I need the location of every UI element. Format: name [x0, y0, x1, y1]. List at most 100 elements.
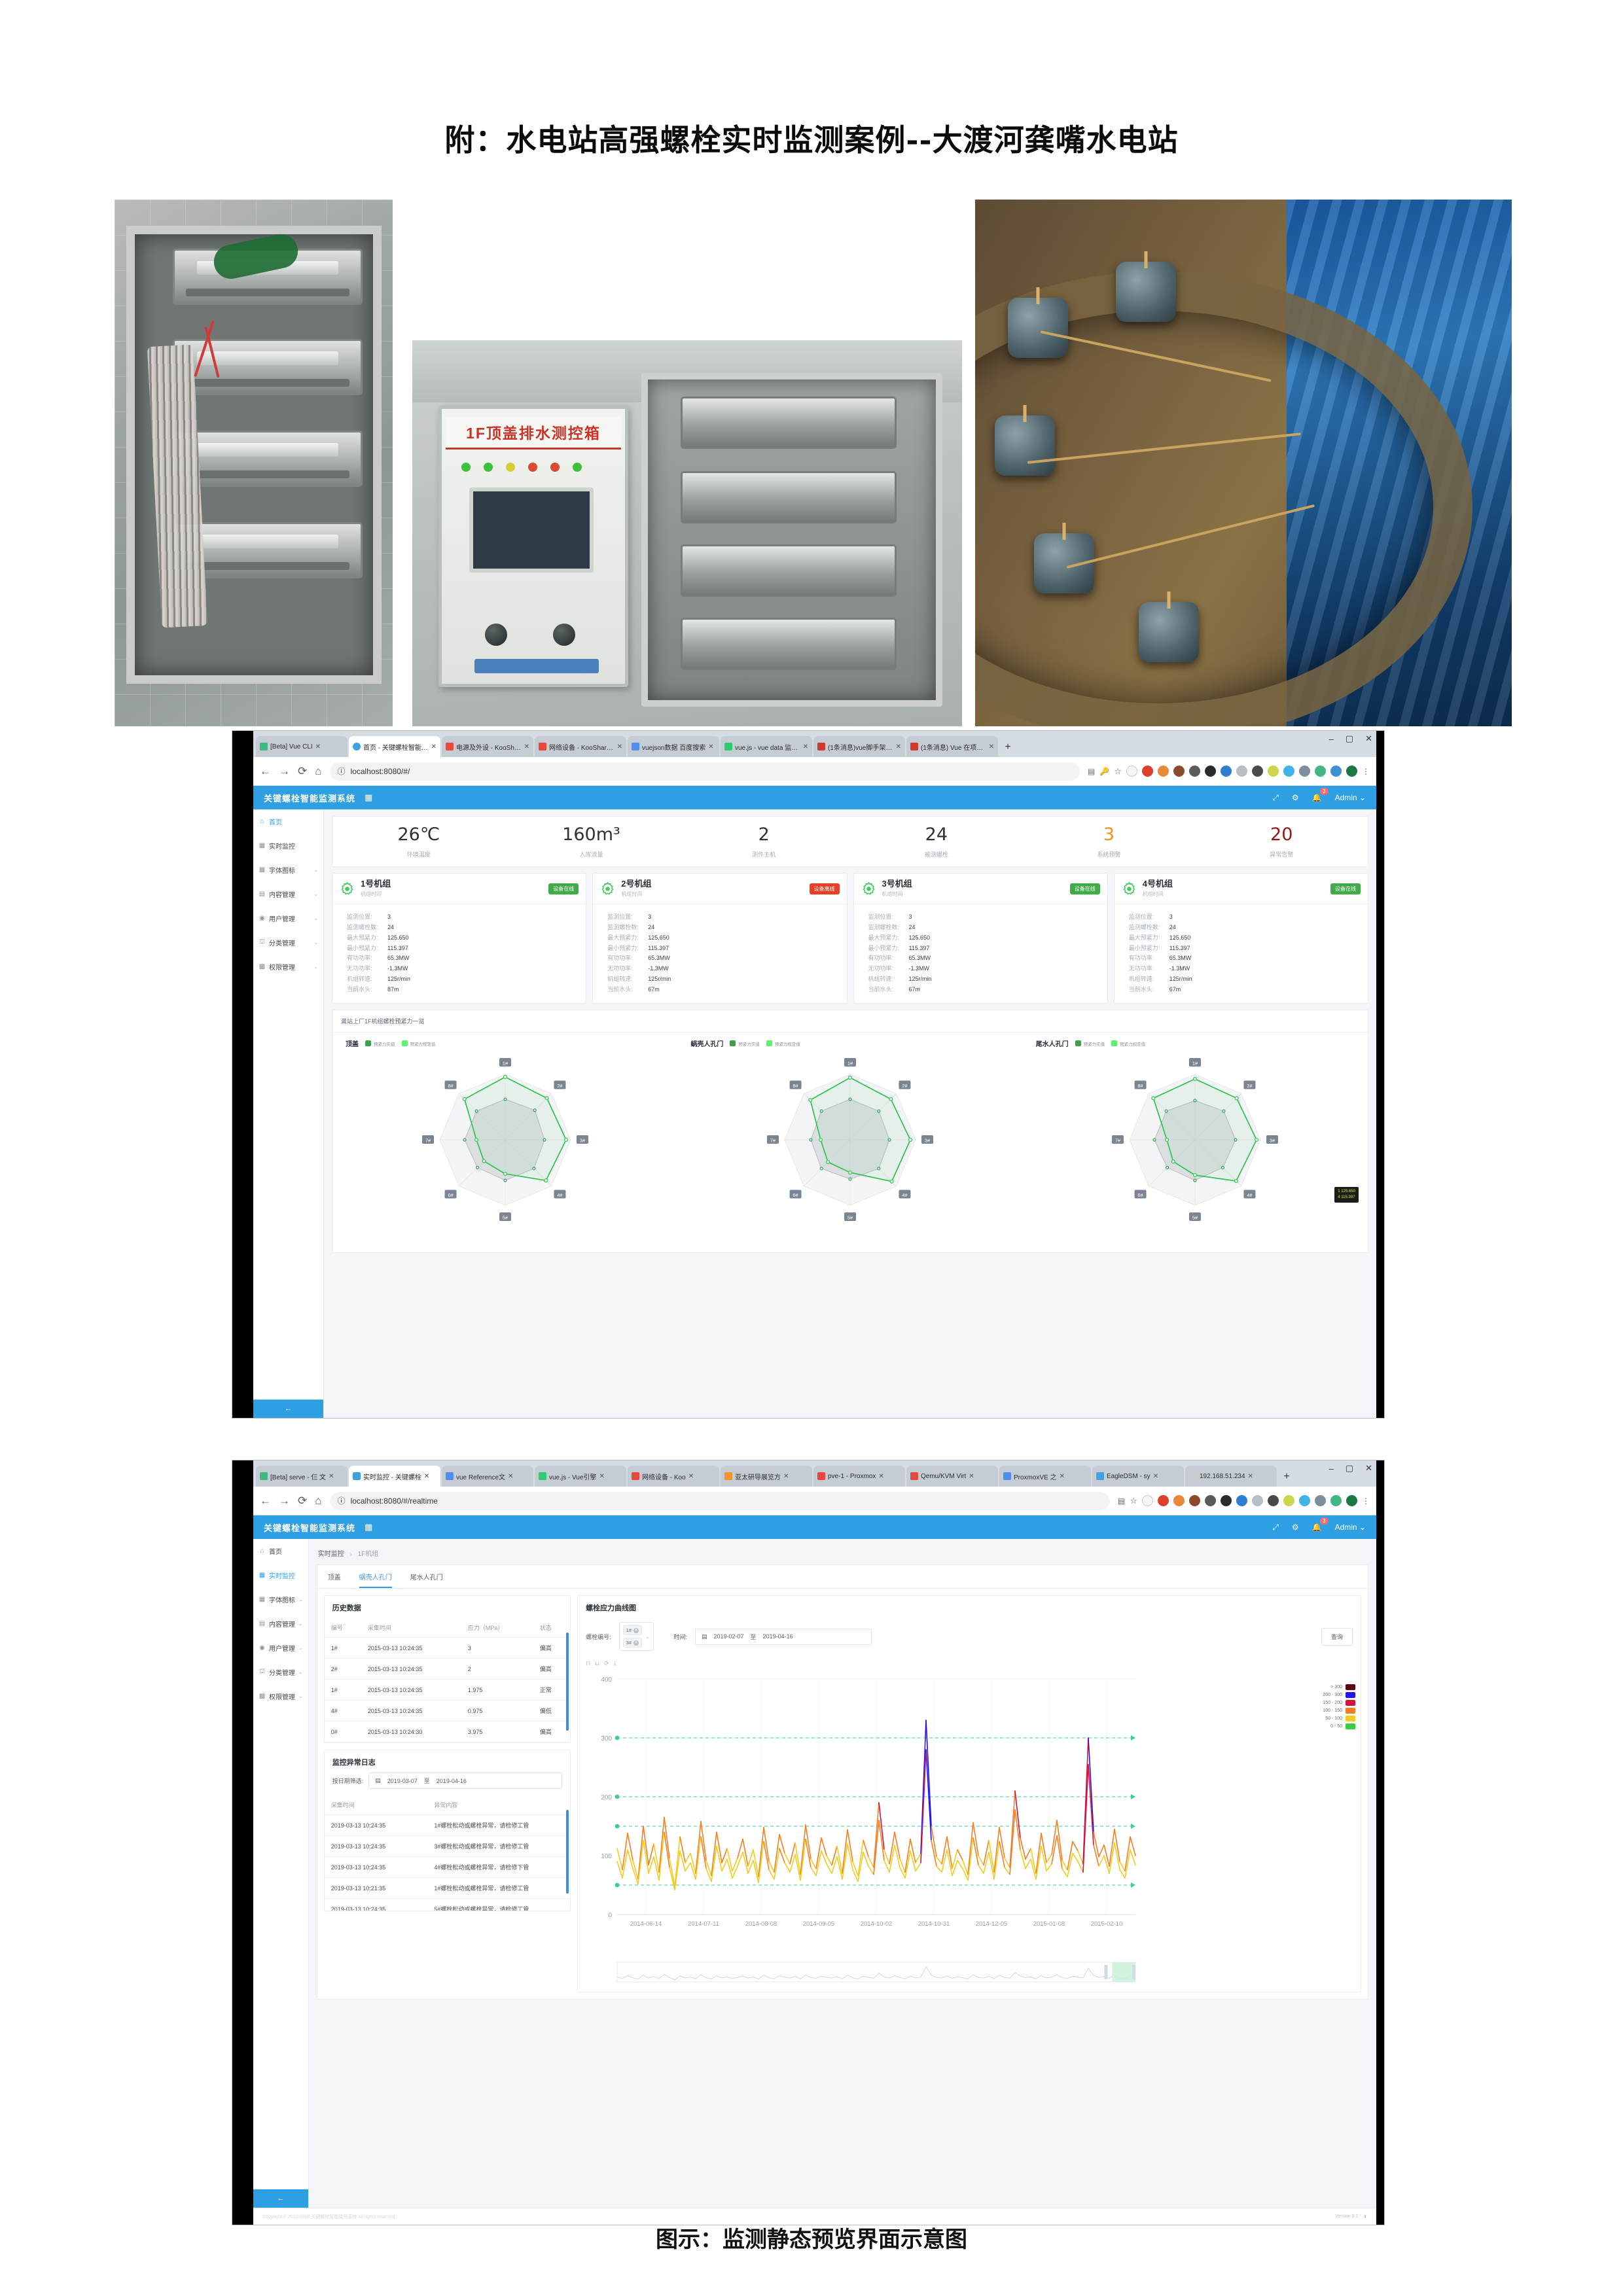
table-row[interactable]: 0# 2015-03-13 10:24:30 3.975 偏高	[324, 1721, 571, 1742]
reload-icon[interactable]: ⟳	[298, 1494, 307, 1508]
bar-icon[interactable]: ⊔	[595, 1660, 599, 1667]
chip-bolt[interactable]: 1# ✕	[622, 1625, 642, 1635]
extension-icon[interactable]	[1299, 766, 1310, 777]
log-scroll-area[interactable]: 采集时间 异常内容 2019-03-13 10:24:35 1#螺栓松动或螺栓异常…	[324, 1795, 571, 1911]
tab-close-icon[interactable]: ✕	[969, 1473, 974, 1480]
tab-dinggai[interactable]: 顶盖	[328, 1572, 341, 1588]
extension-icon[interactable]	[1330, 1495, 1342, 1506]
chevron-down-icon[interactable]: ⌄	[645, 1633, 651, 1640]
extension-icon[interactable]	[1126, 766, 1137, 777]
profile-avatar[interactable]	[1346, 1495, 1357, 1506]
address-bar[interactable]: ⓘ localhost:8080/#/	[329, 762, 1080, 781]
extension-icon[interactable]	[1205, 1495, 1216, 1506]
curve-date-range-picker[interactable]: ▤ 2019-02-07 至 2019-04-16	[694, 1628, 872, 1645]
extension-icon[interactable]	[1142, 766, 1153, 777]
maximize-icon[interactable]: ▢	[1346, 733, 1353, 744]
sidebar-item-realtime[interactable]: ▦ 实时监控	[253, 1563, 308, 1587]
reload-icon[interactable]: ⟳	[298, 765, 307, 778]
scroll-top-icon[interactable]: ⬆	[1363, 2214, 1367, 2219]
sidebar-collapse-button[interactable]: ←	[253, 1400, 323, 1418]
browser-menu-icon[interactable]: ⋮	[1362, 1496, 1370, 1506]
radar-chart[interactable]: 尾水人孔门 预紧力实值 预紧力规定值 1# 2# 3# 4# 5# 6# 7# 8# 1 125.65…	[1023, 1036, 1368, 1252]
extension-icon[interactable]	[1189, 1495, 1200, 1506]
tab-close-icon[interactable]: ✕	[431, 743, 437, 751]
legend-actual[interactable]: 预紧力实值	[730, 1040, 760, 1047]
stress-line-chart[interactable]: 0 100 200 300 400 2014-06-14 2014-07-11 2014-08…	[584, 1670, 1354, 1987]
extension-icon[interactable]	[1158, 1495, 1169, 1506]
unit-card[interactable]: 3号机组 机组时间 设备在线 监测位置: 3 监测螺栓数: 24 最大预紧力: 125.650 最…	[853, 873, 1108, 1004]
extension-icon[interactable]	[1252, 766, 1263, 777]
user-menu[interactable]: Admin ⌄	[1335, 1523, 1366, 1532]
home-icon[interactable]: ⌂	[315, 1494, 321, 1508]
extension-icon[interactable]	[1236, 1495, 1247, 1506]
tab-close-icon[interactable]: ✕	[617, 743, 622, 751]
legend-item[interactable]: > 300	[1330, 1684, 1355, 1690]
browser-tab-active[interactable]: 实时监控 - 关键螺栓 ✕	[349, 1466, 440, 1487]
sidebar-item-home[interactable]: ⌂ 首页	[253, 1539, 308, 1563]
extension-icon[interactable]	[1158, 766, 1169, 777]
table-row[interactable]: 4# 2015-03-13 10:24:35 0.975 偏低	[324, 1700, 571, 1722]
fullscreen-icon[interactable]: ⤢	[1272, 1523, 1279, 1532]
extension-icon[interactable]	[1189, 766, 1200, 777]
sidebar-item-permission[interactable]: ▩ 权限管理 ⌄	[253, 1684, 308, 1708]
sidebar-item-content[interactable]: ▤ 内容管理 ⌄	[253, 1612, 308, 1636]
reading-mode-icon[interactable]: ▤	[1088, 767, 1095, 776]
sidebar-collapse-button[interactable]: ←	[253, 2189, 308, 2208]
history-scroll-area[interactable]: 编号 采集时间 应力（MPa） 状态 1# 2015-03-13 10:24:35…	[324, 1618, 571, 1742]
browser-tab[interactable]: vue.js - vue data 监听数据✕	[721, 736, 812, 757]
maximize-icon[interactable]: ▢	[1346, 1463, 1353, 1474]
legend-spec[interactable]: 预紧力规定值	[766, 1040, 800, 1047]
browser-tab[interactable]: 网络设备 - KooShare - 源✕	[535, 736, 626, 757]
sidebar-item-category[interactable]: ⛫ 分类管理 ⌄	[253, 1660, 308, 1684]
home-icon[interactable]: ⌂	[315, 765, 321, 778]
sidebar-item-fonticon[interactable]: ▦ 字体图标 ⌄	[253, 1587, 308, 1612]
datazoom-slider[interactable]	[584, 1961, 1186, 1983]
extension-icon[interactable]	[1173, 766, 1185, 777]
table-row[interactable]: 1# 2015-03-13 10:24:35 1.975 正常	[324, 1679, 571, 1701]
browser-tab[interactable]: [Beta] serve - 仨 文 ✕	[256, 1466, 348, 1487]
chip-remove-icon[interactable]: ✕	[633, 1640, 639, 1646]
unit-card[interactable]: 2号机组 机组时间 设备离线 监测位置: 3 监测螺栓数: 24 最大预紧力: 125.650 最…	[592, 873, 847, 1004]
profile-avatar[interactable]	[1346, 766, 1357, 777]
close-window-icon[interactable]: ✕	[1365, 1463, 1372, 1474]
extension-icon[interactable]	[1268, 1495, 1279, 1506]
browser-menu-icon[interactable]: ⋮	[1362, 767, 1370, 776]
sidebar-item-content[interactable]: ▤ 内容管理 ⌄	[253, 882, 323, 906]
extension-icon[interactable]	[1173, 1495, 1185, 1506]
user-menu[interactable]: Admin ⌄	[1335, 793, 1366, 802]
new-tab-button[interactable]: +	[999, 737, 1016, 757]
browser-tab[interactable]: 网络设备 - Koo ✕	[628, 1466, 719, 1487]
tab-close-icon[interactable]: ✕	[1248, 1473, 1253, 1480]
legend-item[interactable]: 100 - 150	[1323, 1708, 1355, 1714]
extension-icon[interactable]	[1142, 1495, 1153, 1506]
table-row[interactable]: 2# 2015-03-13 10:24:35 2 偏高	[324, 1658, 571, 1680]
browser-tab[interactable]: (1条消息) Vue 在项目中引✕	[906, 736, 998, 757]
extension-icon[interactable]	[1252, 1495, 1263, 1506]
gear-icon[interactable]: ⚙	[1292, 793, 1299, 802]
browser-tab[interactable]: EagleDSM - sy ✕	[1092, 1466, 1184, 1487]
browser-tab[interactable]: 192.168.51.234 ✕	[1185, 1466, 1277, 1487]
extension-icon[interactable]	[1205, 766, 1216, 777]
vertical-scrollbar[interactable]	[566, 1810, 569, 1894]
back-icon[interactable]: ←	[260, 1494, 271, 1508]
tab-close-icon[interactable]: ✕	[315, 743, 321, 751]
notification-icon[interactable]: 🔔 3	[1312, 788, 1329, 802]
browser-tab[interactable]: 电源及外设 - KooShare - ✕	[442, 736, 533, 757]
browser-tab[interactable]: vue.js - Vue引擎 ✕	[535, 1466, 626, 1487]
table-row[interactable]: 2019-03-13 10:24:35 4#螺栓松动或螺栓异常，请检修下管	[324, 1856, 571, 1878]
extension-icon[interactable]	[1236, 766, 1247, 777]
date-range-picker[interactable]: ▤ 2019-03-07 至 2019-04-16	[368, 1773, 563, 1789]
tab-close-icon[interactable]: ✕	[508, 1473, 513, 1480]
chip-bolt[interactable]: 3# ✕	[622, 1638, 642, 1648]
minimize-icon[interactable]: –	[1329, 734, 1334, 744]
browser-tab[interactable]: vue Reference文 ✕	[442, 1466, 533, 1487]
browser-tab[interactable]: 亚太研导展览方 ✕	[721, 1466, 812, 1487]
radar-chart[interactable]: 顶盖 预紧力实值 预紧力规定值 1# 2# 3# 4# 5# 6# 7# 8#	[332, 1036, 677, 1252]
gear-icon[interactable]: ⚙	[1292, 1523, 1299, 1532]
browser-tab[interactable]: pve-1 - Proxmox ✕	[813, 1466, 905, 1487]
breadcrumb-root[interactable]: 实时监控	[318, 1551, 344, 1558]
tab-close-icon[interactable]: ✕	[329, 1473, 334, 1480]
browser-tab[interactable]: vuejson数据 百度搜索 ✕	[628, 736, 719, 757]
legend-actual[interactable]: 预紧力实值	[365, 1040, 395, 1047]
address-bar[interactable]: ⓘ localhost:8080/#/realtime	[329, 1491, 1110, 1510]
